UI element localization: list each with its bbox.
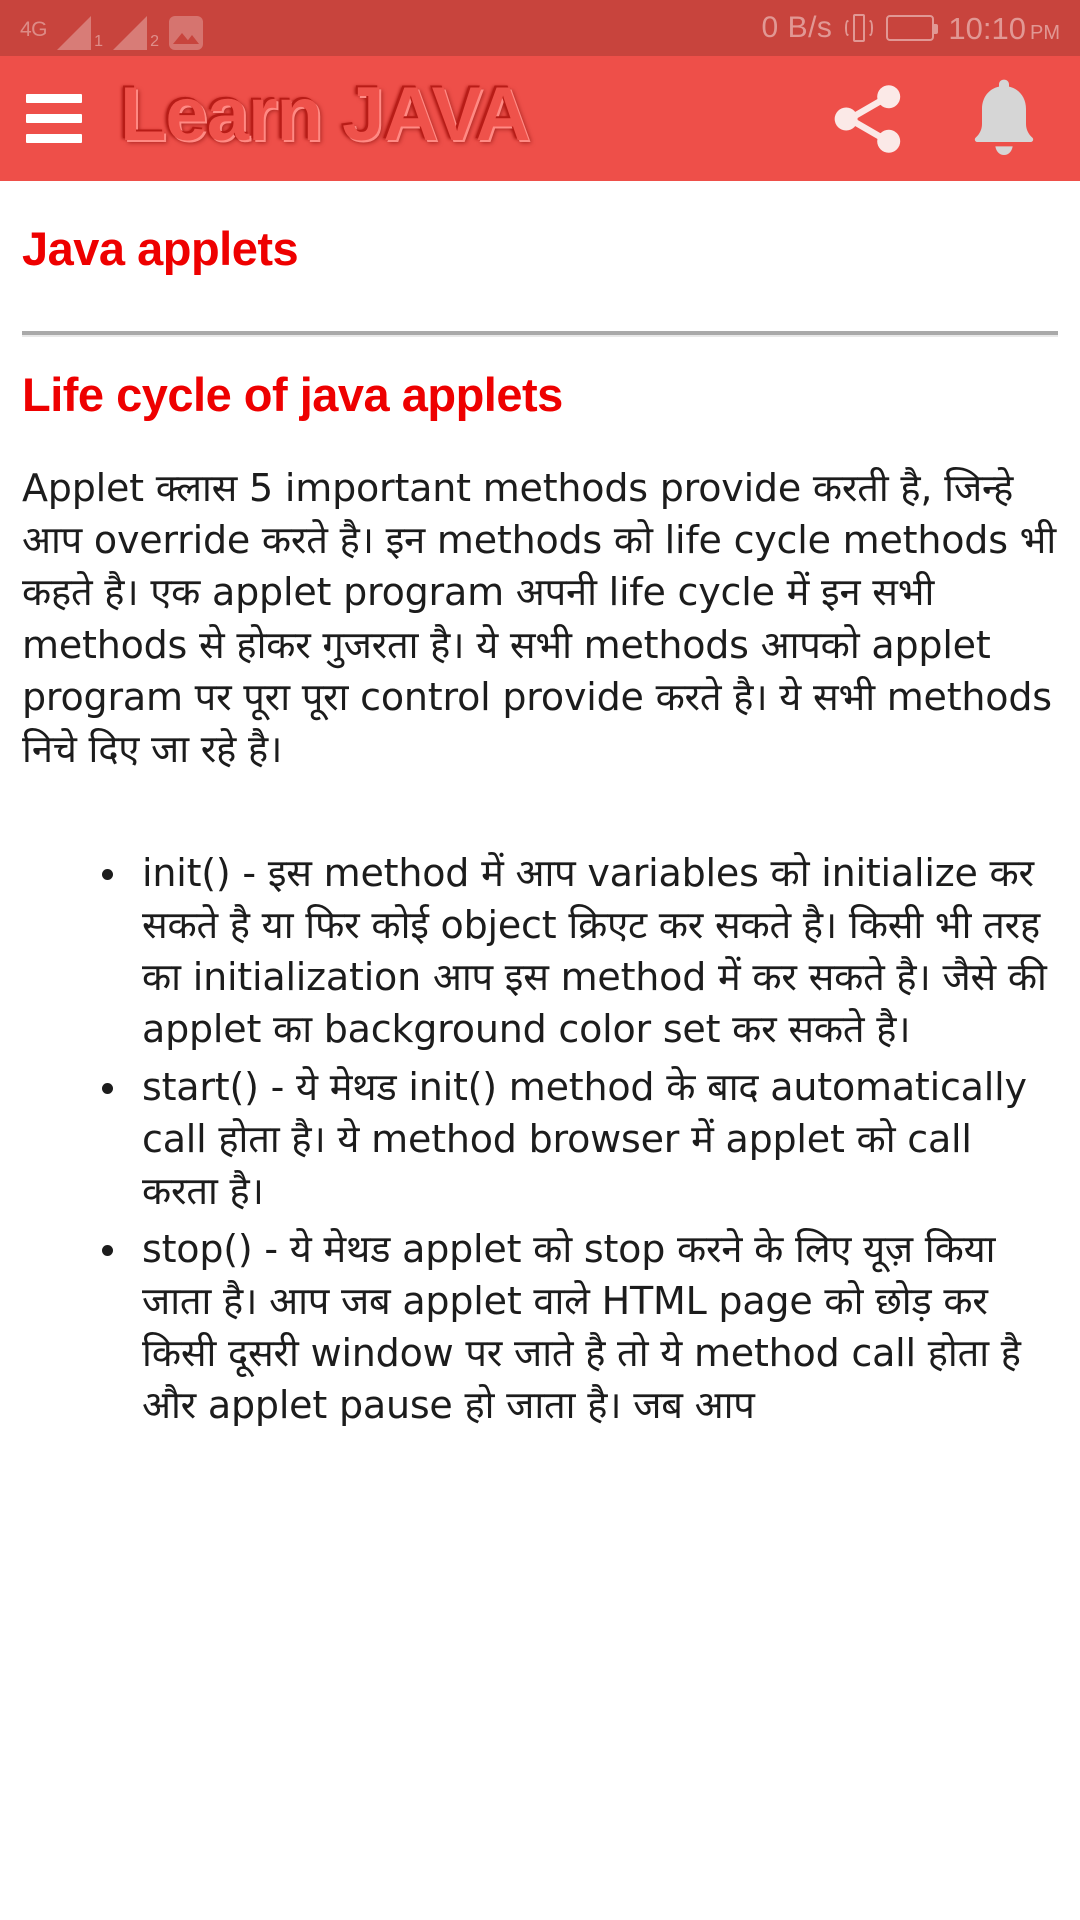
notifications-button[interactable]	[964, 73, 1044, 165]
battery-icon	[886, 15, 939, 41]
sim2-label: 2	[150, 33, 160, 50]
section-title: Life cycle of java applets	[22, 367, 563, 421]
article-content: Java applets Life cycle of java applets …	[0, 223, 1080, 1431]
list-item: stop() - ये मेथड applet को stop करने के …	[98, 1223, 1058, 1431]
clock-ampm: PM	[1030, 21, 1060, 44]
status-bar-right-group: 0 B/s 10:10 PM	[762, 11, 1060, 45]
status-bar-left-group: 4G 1 2	[20, 0, 204, 56]
gallery-icon	[169, 16, 204, 50]
list-item: init() - इस method में आप variables को i…	[98, 847, 1058, 1055]
status-bar: 4G 1 2 0 B/s 10:10 PM	[0, 0, 1080, 56]
app-bar-actions	[822, 73, 1054, 165]
clock-time: 10:10	[948, 10, 1026, 46]
vibrate-icon	[845, 11, 874, 45]
share-icon	[834, 84, 901, 153]
signal-strength-sim1-icon: 1	[57, 16, 103, 50]
sim1-label: 1	[94, 33, 104, 50]
intro-paragraph: Applet क्लास 5 important methods provide…	[22, 466, 1057, 771]
app-title: Learn JAVA	[120, 71, 531, 157]
method-list: init() - इस method में आप variables को i…	[22, 847, 1058, 1432]
bell-icon	[974, 79, 1034, 155]
list-item: start() - ये मेथड init() method के बाद a…	[98, 1061, 1058, 1217]
section-divider	[22, 330, 1058, 335]
hamburger-menu-icon[interactable]	[26, 94, 82, 143]
network-type-label: 4G	[20, 18, 48, 41]
page-title: Java applets	[22, 222, 299, 275]
clock: 10:10 PM	[948, 13, 1060, 44]
network-speed-label: 0 B/s	[761, 11, 833, 44]
signal-strength-sim2-icon: 2	[113, 16, 159, 50]
app-bar: Learn JAVA	[0, 56, 1080, 181]
share-button[interactable]	[822, 73, 914, 165]
